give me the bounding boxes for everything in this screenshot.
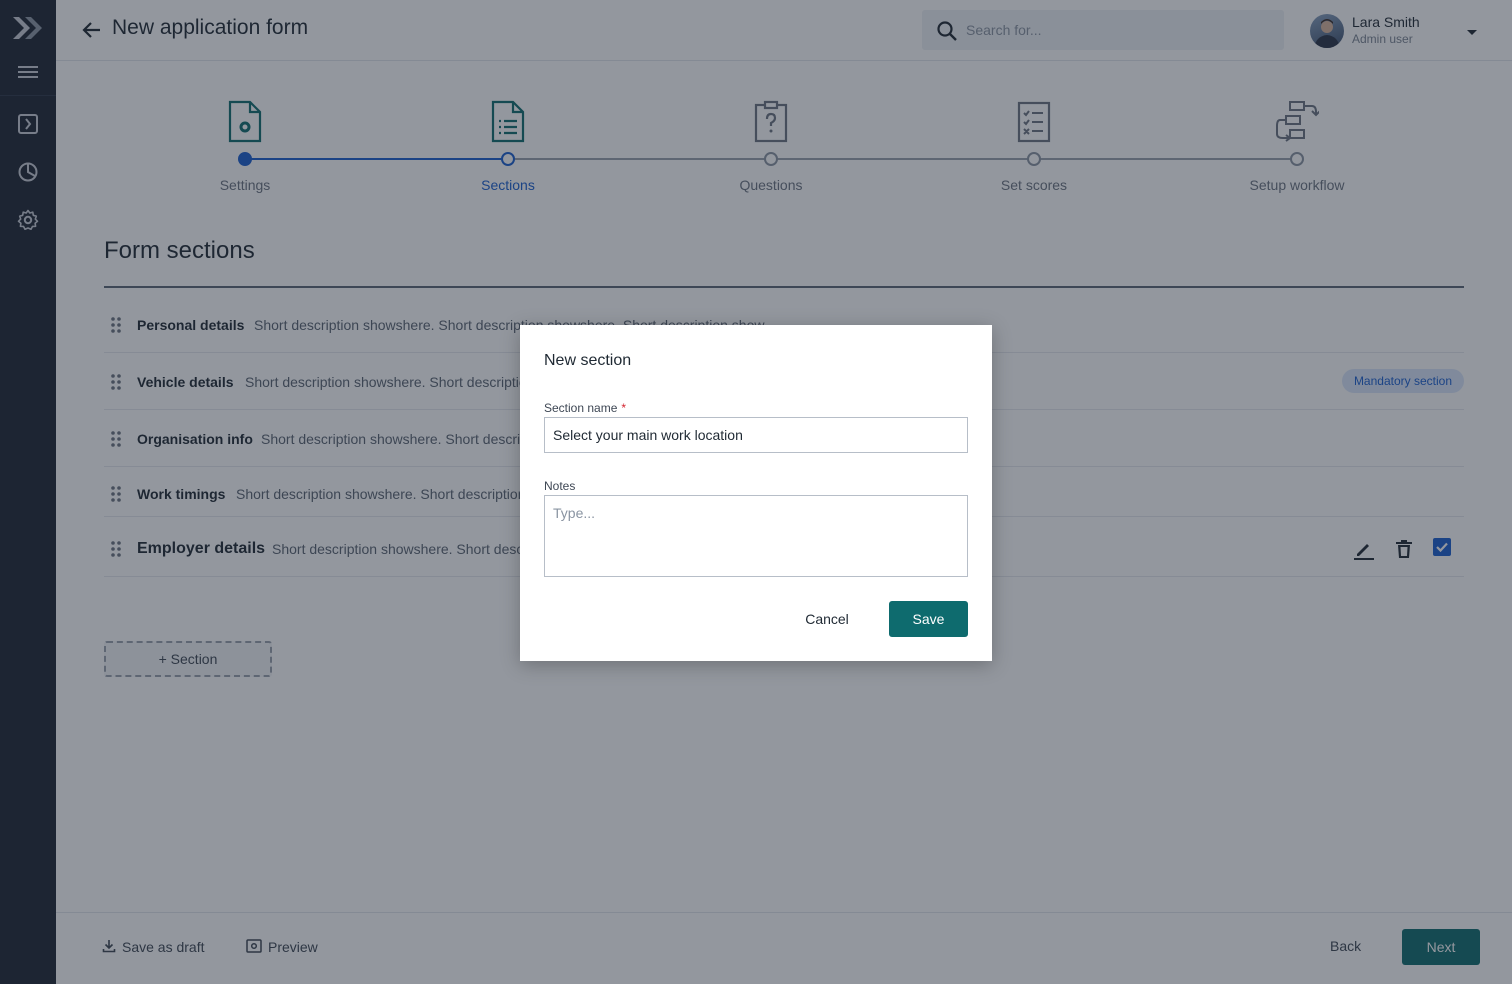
section-name-label: Section name *: [544, 401, 626, 415]
section-name-input[interactable]: [544, 417, 968, 453]
required-asterisk: *: [621, 401, 627, 415]
notes-label: Notes: [544, 479, 576, 493]
section-name-label-text: Section name: [544, 401, 618, 415]
cancel-button[interactable]: Cancel: [792, 601, 862, 637]
save-button[interactable]: Save: [889, 601, 968, 637]
notes-textarea[interactable]: [544, 495, 968, 577]
dialog-title: New section: [544, 352, 632, 369]
new-section-dialog: New section Section name* Notes Cancel S…: [520, 325, 992, 661]
